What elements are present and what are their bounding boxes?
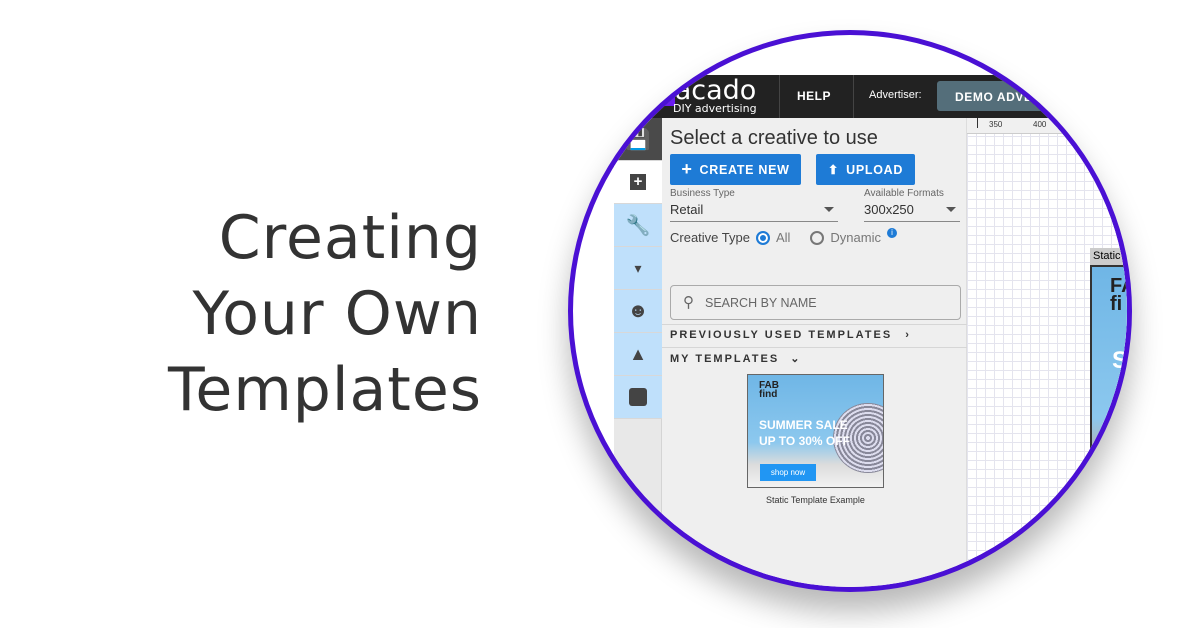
preview-headline: S (1112, 347, 1129, 374)
advertiser-select[interactable]: DEMO ADVE (937, 81, 1097, 111)
ruler-tick: 400 (1033, 120, 1047, 129)
shop-now-button: shop now (760, 464, 816, 481)
chevron-down-icon: ⌄ (790, 353, 802, 365)
logo: adacado DIY advertising (637, 75, 757, 115)
headline-line: Templates (167, 355, 482, 425)
previously-used-templates[interactable]: PREVIOUSLY USED TEMPLATES › (670, 329, 911, 341)
stamp-icon[interactable]: ▲ (614, 333, 662, 376)
creative-type-row: Creative Type All Dynamic i (670, 227, 897, 245)
screenshot-circle: Static FA fi S 350 400 adacadoDIY advert… (568, 30, 1132, 592)
tool-sidebar: 💾 + 🔧 ▾ ☻ ▲ (614, 118, 662, 587)
headline: Creating Your Own Templates (168, 200, 482, 428)
my-templates[interactable]: MY TEMPLATES ⌄ (670, 352, 801, 365)
creative-type-label: Creative Type (670, 230, 750, 245)
ruler-tick: 350 (989, 120, 1003, 129)
preview-brand: FA fi (1110, 275, 1127, 315)
smiley-icon[interactable]: ☻ (614, 290, 662, 333)
logo-tagline: DIY advertising (673, 102, 757, 115)
search-input[interactable]: ⚲ SEARCH BY NAME (670, 285, 961, 320)
upload-icon: ⬆ (827, 163, 840, 177)
add-layer-icon[interactable]: + (614, 161, 662, 204)
search-icon: ⚲ (683, 294, 694, 311)
tools-icon[interactable]: 🔧 (614, 204, 662, 247)
save-icon[interactable]: 💾 (614, 118, 662, 161)
advertiser-label: Advertiser: (869, 89, 922, 101)
chevron-down-icon (946, 207, 956, 212)
preview-label: Static (1090, 248, 1127, 265)
headline-line: Your Own (192, 279, 482, 349)
business-type-label: Business Type (670, 188, 735, 199)
ruler: 350 400 (967, 118, 1127, 134)
placeholder-icon[interactable]: ▾ (614, 247, 662, 290)
creative-panel: Select a creative to use + CREATE NEW ⬆ UP… (662, 118, 967, 587)
headline-line: Creating (218, 203, 482, 273)
upload-button[interactable]: ⬆ UPLOAD (816, 154, 915, 185)
ad-preview[interactable]: FA fi S (1090, 265, 1129, 485)
formats-label: Available Formats (864, 188, 944, 199)
top-bar: adacado DIY advertising HELP Advertiser: … (614, 75, 1127, 118)
design-canvas[interactable]: Static FA fi S (967, 118, 1129, 587)
template-name: Static Template Example (766, 495, 865, 505)
radio-all[interactable] (755, 230, 770, 245)
template-thumbnail[interactable]: FAB find SUMMER SALE UP TO 30% OFF shop … (747, 374, 884, 488)
app-ui: Static FA fi S 350 400 adacadoDIY advert… (573, 35, 1129, 587)
chevron-down-icon (824, 207, 834, 212)
help-link[interactable]: HELP (797, 89, 831, 103)
formats-select[interactable]: 300x250 (864, 202, 960, 222)
twitter-icon[interactable] (614, 376, 662, 419)
info-icon: i (887, 227, 897, 238)
business-type-select[interactable]: Retail (670, 202, 838, 222)
radio-dynamic[interactable] (810, 230, 825, 245)
create-new-button[interactable]: + CREATE NEW (670, 154, 801, 185)
panel-title: Select a creative to use (670, 127, 878, 149)
chevron-right-icon: › (905, 329, 911, 341)
